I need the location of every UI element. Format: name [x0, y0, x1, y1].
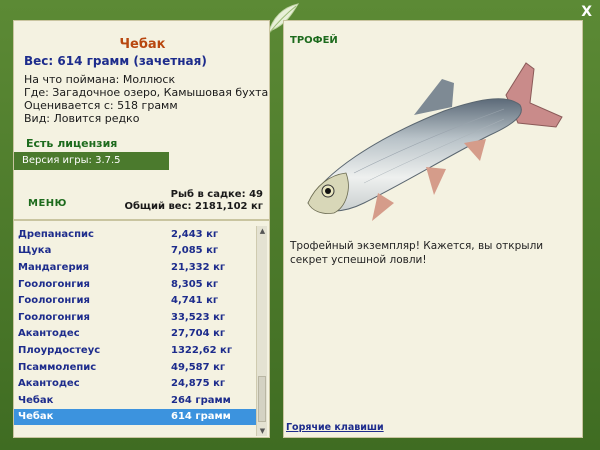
catch-name: Щука: [18, 245, 52, 257]
list-item[interactable]: Плоурдостеус 1322,62 кг: [14, 342, 257, 359]
game-window: X Чебак Вес: 614 грамм (зачетная) На что…: [0, 0, 600, 450]
list-item[interactable]: Чебак 264 грамм: [14, 392, 257, 409]
catch-weight: 21,332 кг: [171, 261, 226, 273]
close-icon[interactable]: X: [581, 4, 592, 20]
catch-weight: 27,704 кг: [171, 328, 226, 340]
catch-name: Мандагерия: [18, 261, 90, 273]
list-item[interactable]: Гоологонгия 33,523 кг: [14, 309, 257, 326]
catch-weight: 8,305 кг: [171, 278, 219, 290]
total-weight: Общий вес: 2181,102 кг: [124, 201, 263, 212]
catch-name: Чебак: [18, 411, 54, 423]
list-item[interactable]: Мандагерия 21,332 кг: [14, 259, 257, 276]
catch-name: Дрепанаспис: [18, 228, 94, 240]
catch-name: Гоологонгия: [18, 311, 90, 323]
fish-rarity: Вид: Ловится редко: [24, 112, 140, 125]
list-item[interactable]: Гоологонгия 4,741 кг: [14, 292, 257, 309]
list-item[interactable]: Псаммолепис 49,587 кг: [14, 359, 257, 376]
list-item[interactable]: Щука 7,085 кг: [14, 243, 257, 260]
fish-weight: Вес: 614 грамм (зачетная): [24, 54, 207, 68]
list-item[interactable]: Чебак 614 грамм: [14, 408, 257, 426]
catch-weight: 33,523 кг: [171, 311, 226, 323]
catch-weight: 24,875 кг: [171, 378, 226, 390]
fish-bait: На что поймана: Моллюск: [24, 73, 176, 86]
catch-weight: 4,741 кг: [171, 295, 219, 307]
trophy-message: Трофейный экземпляр! Кажется, вы открыли…: [290, 240, 544, 266]
catch-weight: 49,587 кг: [171, 361, 226, 373]
license-status: Есть лицензия: [26, 137, 118, 150]
fish-image: [307, 62, 563, 221]
list-item[interactable]: Акантодес 24,875 кг: [14, 375, 257, 392]
catch-name: Акантодес: [18, 378, 80, 390]
scroll-down-icon[interactable]: ▼: [257, 426, 268, 436]
catch-list[interactable]: Дрепанаспис 2,443 кг Щука 7,085 кг Мандагери…: [14, 226, 257, 436]
catch-name: Плоурдостеус: [18, 344, 101, 356]
catch-weight: 2,443 кг: [171, 228, 219, 240]
scroll-up-icon[interactable]: ▲: [257, 226, 268, 236]
fish-location: Где: Загадочное озеро, Камышовая бухта: [24, 86, 269, 99]
fish-rating-threshold: Оценивается с: 518 грамм: [24, 99, 178, 112]
fish-info-panel: Чебак Вес: 614 грамм (зачетная) На что п…: [13, 20, 270, 220]
game-version: Версия игры: 3.7.5: [14, 152, 169, 170]
catch-weight: 1322,62 кг: [171, 344, 233, 356]
scroll-thumb[interactable]: [258, 376, 266, 422]
catch-name: Чебак: [18, 394, 54, 406]
list-item[interactable]: Дрепанаспис 2,443 кг: [14, 226, 257, 243]
catch-weight: 614 грамм: [171, 411, 231, 423]
hotkeys-link[interactable]: Горячие клавиши: [286, 422, 384, 433]
catch-weight: 7,085 кг: [171, 245, 219, 257]
list-scrollbar[interactable]: ▲ ▼: [256, 226, 267, 436]
trophy-panel: ТРОФЕЙ Трофейный экземпляр! Кажется, вы …: [283, 20, 583, 438]
catch-name: Гоологонгия: [18, 295, 90, 307]
menu-button[interactable]: МЕНЮ: [28, 198, 67, 209]
catch-name: Псаммолепис: [18, 361, 97, 373]
list-item[interactable]: Акантодес 27,704 кг: [14, 326, 257, 343]
catch-list-panel: Дрепанаспис 2,443 кг Щука 7,085 кг Мандагери…: [13, 220, 270, 438]
catch-name: Акантодес: [18, 328, 80, 340]
catch-weight: 264 грамм: [171, 394, 231, 406]
list-item[interactable]: Гоологонгия 8,305 кг: [14, 276, 257, 293]
fish-count: Рыб в садке: 49: [170, 189, 263, 200]
catch-name: Гоологонгия: [18, 278, 90, 290]
fish-name: Чебак: [119, 37, 166, 52]
